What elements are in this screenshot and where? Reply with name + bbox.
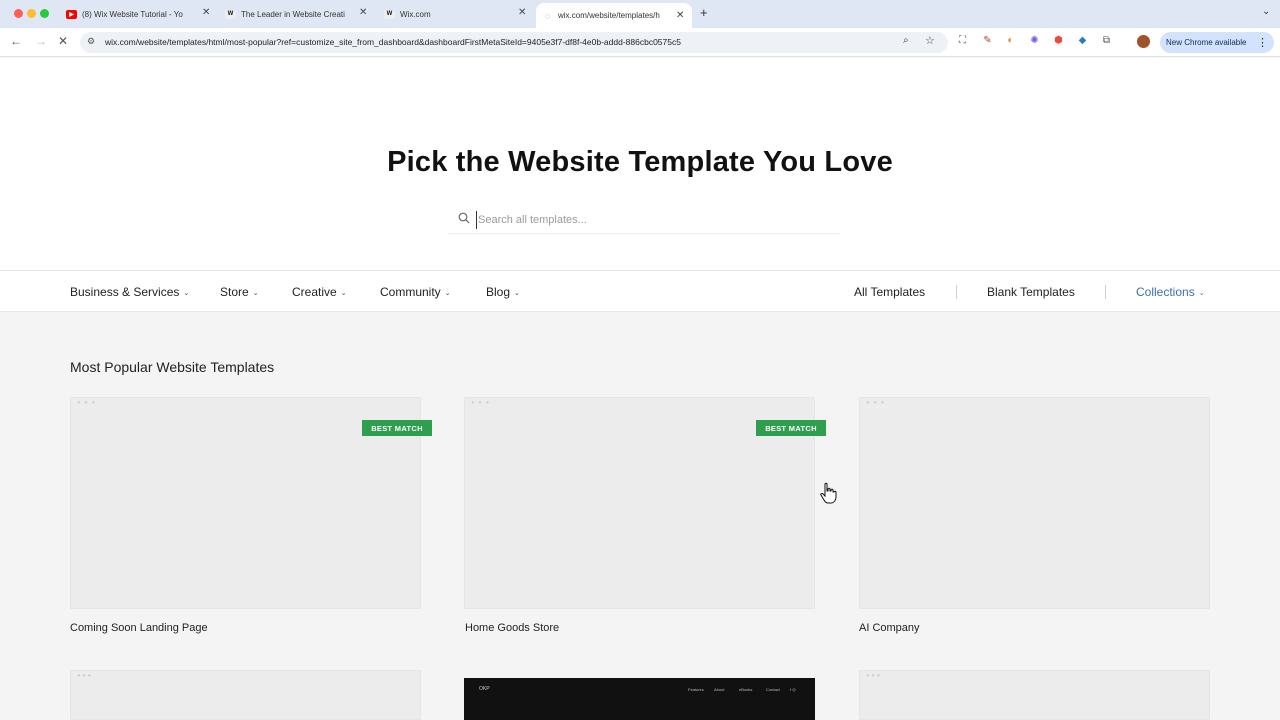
template-name[interactable]: AI Company xyxy=(859,622,920,634)
browser-toolbar: ← → ✕ ⚙ wix.com/website/templates/html/m… xyxy=(0,28,1280,57)
preview-menu-item: eBooks xyxy=(739,687,753,692)
tab-title: Wix.com xyxy=(400,9,431,19)
search-icon xyxy=(458,212,470,224)
all-templates-link[interactable]: All Templates xyxy=(854,285,925,299)
category-nav: Business & Services ⌄ Store ⌄ Creative ⌄ Co… xyxy=(0,270,1280,312)
chevron-down-icon: ⌄ xyxy=(514,290,520,297)
chrome-update-button[interactable]: New Chrome available ⋮ xyxy=(1160,32,1274,53)
template-card-preview[interactable]: OKP Features About eBooks Contact f ◎ xyxy=(464,678,815,720)
color-extension-icon[interactable]: ◐ xyxy=(1005,35,1016,46)
adblock-extension-icon[interactable]: ⬢ xyxy=(1053,35,1064,46)
category-community[interactable]: Community ⌄ xyxy=(380,285,451,299)
profile-avatar[interactable] xyxy=(1137,35,1150,48)
extensions-puzzle-icon[interactable]: ⧉ xyxy=(1101,35,1112,46)
tab-title: (8) Wix Website Tutorial - Yo xyxy=(82,9,183,19)
chevron-down-icon: ⌄ xyxy=(444,290,451,297)
close-tab-icon[interactable]: ✕ xyxy=(676,10,684,21)
blank-templates-link[interactable]: Blank Templates xyxy=(987,285,1075,299)
template-name[interactable]: Coming Soon Landing Page xyxy=(70,622,208,634)
chevron-down-icon: ⌄ xyxy=(340,290,347,297)
hand-cursor-icon xyxy=(820,482,837,504)
window-dots: ● ● ● xyxy=(77,400,97,406)
best-match-badge: BEST MATCH xyxy=(756,420,826,436)
window-dots: ● ● ● xyxy=(77,673,92,679)
close-tab-icon[interactable]: ✕ xyxy=(518,7,526,18)
close-window-button[interactable] xyxy=(14,9,23,18)
browser-tab-wix[interactable]: W Wix.com ✕ xyxy=(384,4,530,24)
collections-dropdown[interactable]: Collections ⌄ xyxy=(1136,285,1205,299)
template-card[interactable]: ● ● ● xyxy=(70,670,421,720)
category-label: Blog xyxy=(486,285,511,299)
back-arrow-icon[interactable]: ← xyxy=(10,34,22,48)
preview-menu-item: About xyxy=(714,687,725,692)
template-card-ai-company[interactable]: ● ● ● xyxy=(859,397,1210,609)
close-tab-icon[interactable]: ✕ xyxy=(202,7,210,18)
wix-icon: W xyxy=(384,9,395,19)
template-search[interactable] xyxy=(448,206,840,234)
preview-logo: OKP xyxy=(479,686,490,692)
more-menu-icon[interactable]: ⋮ xyxy=(1257,36,1268,49)
forward-arrow-icon[interactable]: → xyxy=(35,34,47,48)
section-title: Most Popular Website Templates xyxy=(70,359,275,375)
chevron-down-icon: ⌄ xyxy=(183,290,190,297)
address-bar[interactable]: ⚙ wix.com/website/templates/html/most-po… xyxy=(80,32,948,53)
screenshot-extension-icon[interactable]: ⛶ xyxy=(957,35,968,46)
chevron-down-icon: ⌄ xyxy=(252,290,259,297)
divider xyxy=(1105,285,1106,299)
category-store[interactable]: Store ⌄ xyxy=(220,285,259,299)
tab-title: wix.com/website/templates/h xyxy=(558,11,660,20)
category-label: Creative xyxy=(292,285,337,299)
wix-icon: W xyxy=(225,9,236,19)
tab-title: The Leader in Website Creati xyxy=(241,9,345,19)
category-blog[interactable]: Blog ⌄ xyxy=(486,285,520,299)
category-label: Community xyxy=(380,285,441,299)
chevron-down-icon: ⌄ xyxy=(1198,290,1205,297)
minimize-window-button[interactable] xyxy=(27,9,36,18)
tag-extension-icon[interactable]: ◆ xyxy=(1077,35,1088,46)
close-tab-icon[interactable]: ✕ xyxy=(359,7,367,18)
browser-tab-wix-leader[interactable]: W The Leader in Website Creati ✕ xyxy=(225,4,371,24)
best-match-badge: BEST MATCH xyxy=(362,420,432,436)
category-business-services[interactable]: Business & Services ⌄ xyxy=(70,285,189,299)
stop-loading-icon[interactable]: ✕ xyxy=(58,34,68,48)
template-name[interactable]: Home Goods Store xyxy=(465,622,559,634)
bookmark-star-icon[interactable]: ☆ xyxy=(925,34,935,47)
collections-label: Collections xyxy=(1136,285,1195,299)
browser-tab-templates[interactable]: ◌ wix.com/website/templates/h ✕ xyxy=(536,3,692,28)
window-dots: ● ● ● xyxy=(866,673,881,679)
new-tab-button[interactable]: + xyxy=(700,5,708,20)
page-title: Pick the Website Template You Love xyxy=(387,146,893,178)
category-creative[interactable]: Creative ⌄ xyxy=(292,285,347,299)
gear-extension-icon[interactable]: ✺ xyxy=(1029,35,1040,46)
category-label: Store xyxy=(220,285,249,299)
window-dots: ● ● ● xyxy=(866,400,886,406)
browser-tab-youtube[interactable]: ▶ (8) Wix Website Tutorial - Yo ✕ xyxy=(66,4,216,24)
url-text: wix.com/website/templates/html/most-popu… xyxy=(105,37,681,47)
maximize-window-button[interactable] xyxy=(40,9,49,18)
pen-extension-icon[interactable]: ✎ xyxy=(982,35,993,46)
preview-menu-item: Contact xyxy=(766,687,780,692)
zoom-icon[interactable]: ⌕ xyxy=(903,35,909,46)
window-dots: ● ● ● xyxy=(471,400,491,406)
update-label: New Chrome available xyxy=(1166,38,1247,47)
browser-tab-strip: ▶ (8) Wix Website Tutorial - Yo ✕ W The … xyxy=(0,0,1280,28)
tab-search-chevron-icon[interactable]: ⌄ xyxy=(1262,6,1270,17)
preview-menu-item: Features xyxy=(688,687,704,692)
youtube-icon: ▶ xyxy=(66,9,77,19)
hero-section: Pick the Website Template You Love xyxy=(0,58,1280,270)
search-input[interactable] xyxy=(476,211,826,229)
template-card[interactable]: ● ● ● xyxy=(859,670,1210,720)
category-label: Business & Services xyxy=(70,285,180,299)
preview-social-icons: f ◎ xyxy=(790,687,796,692)
site-info-icon[interactable]: ⚙ xyxy=(87,36,95,47)
divider xyxy=(956,285,957,299)
loading-icon: ◌ xyxy=(544,10,551,21)
